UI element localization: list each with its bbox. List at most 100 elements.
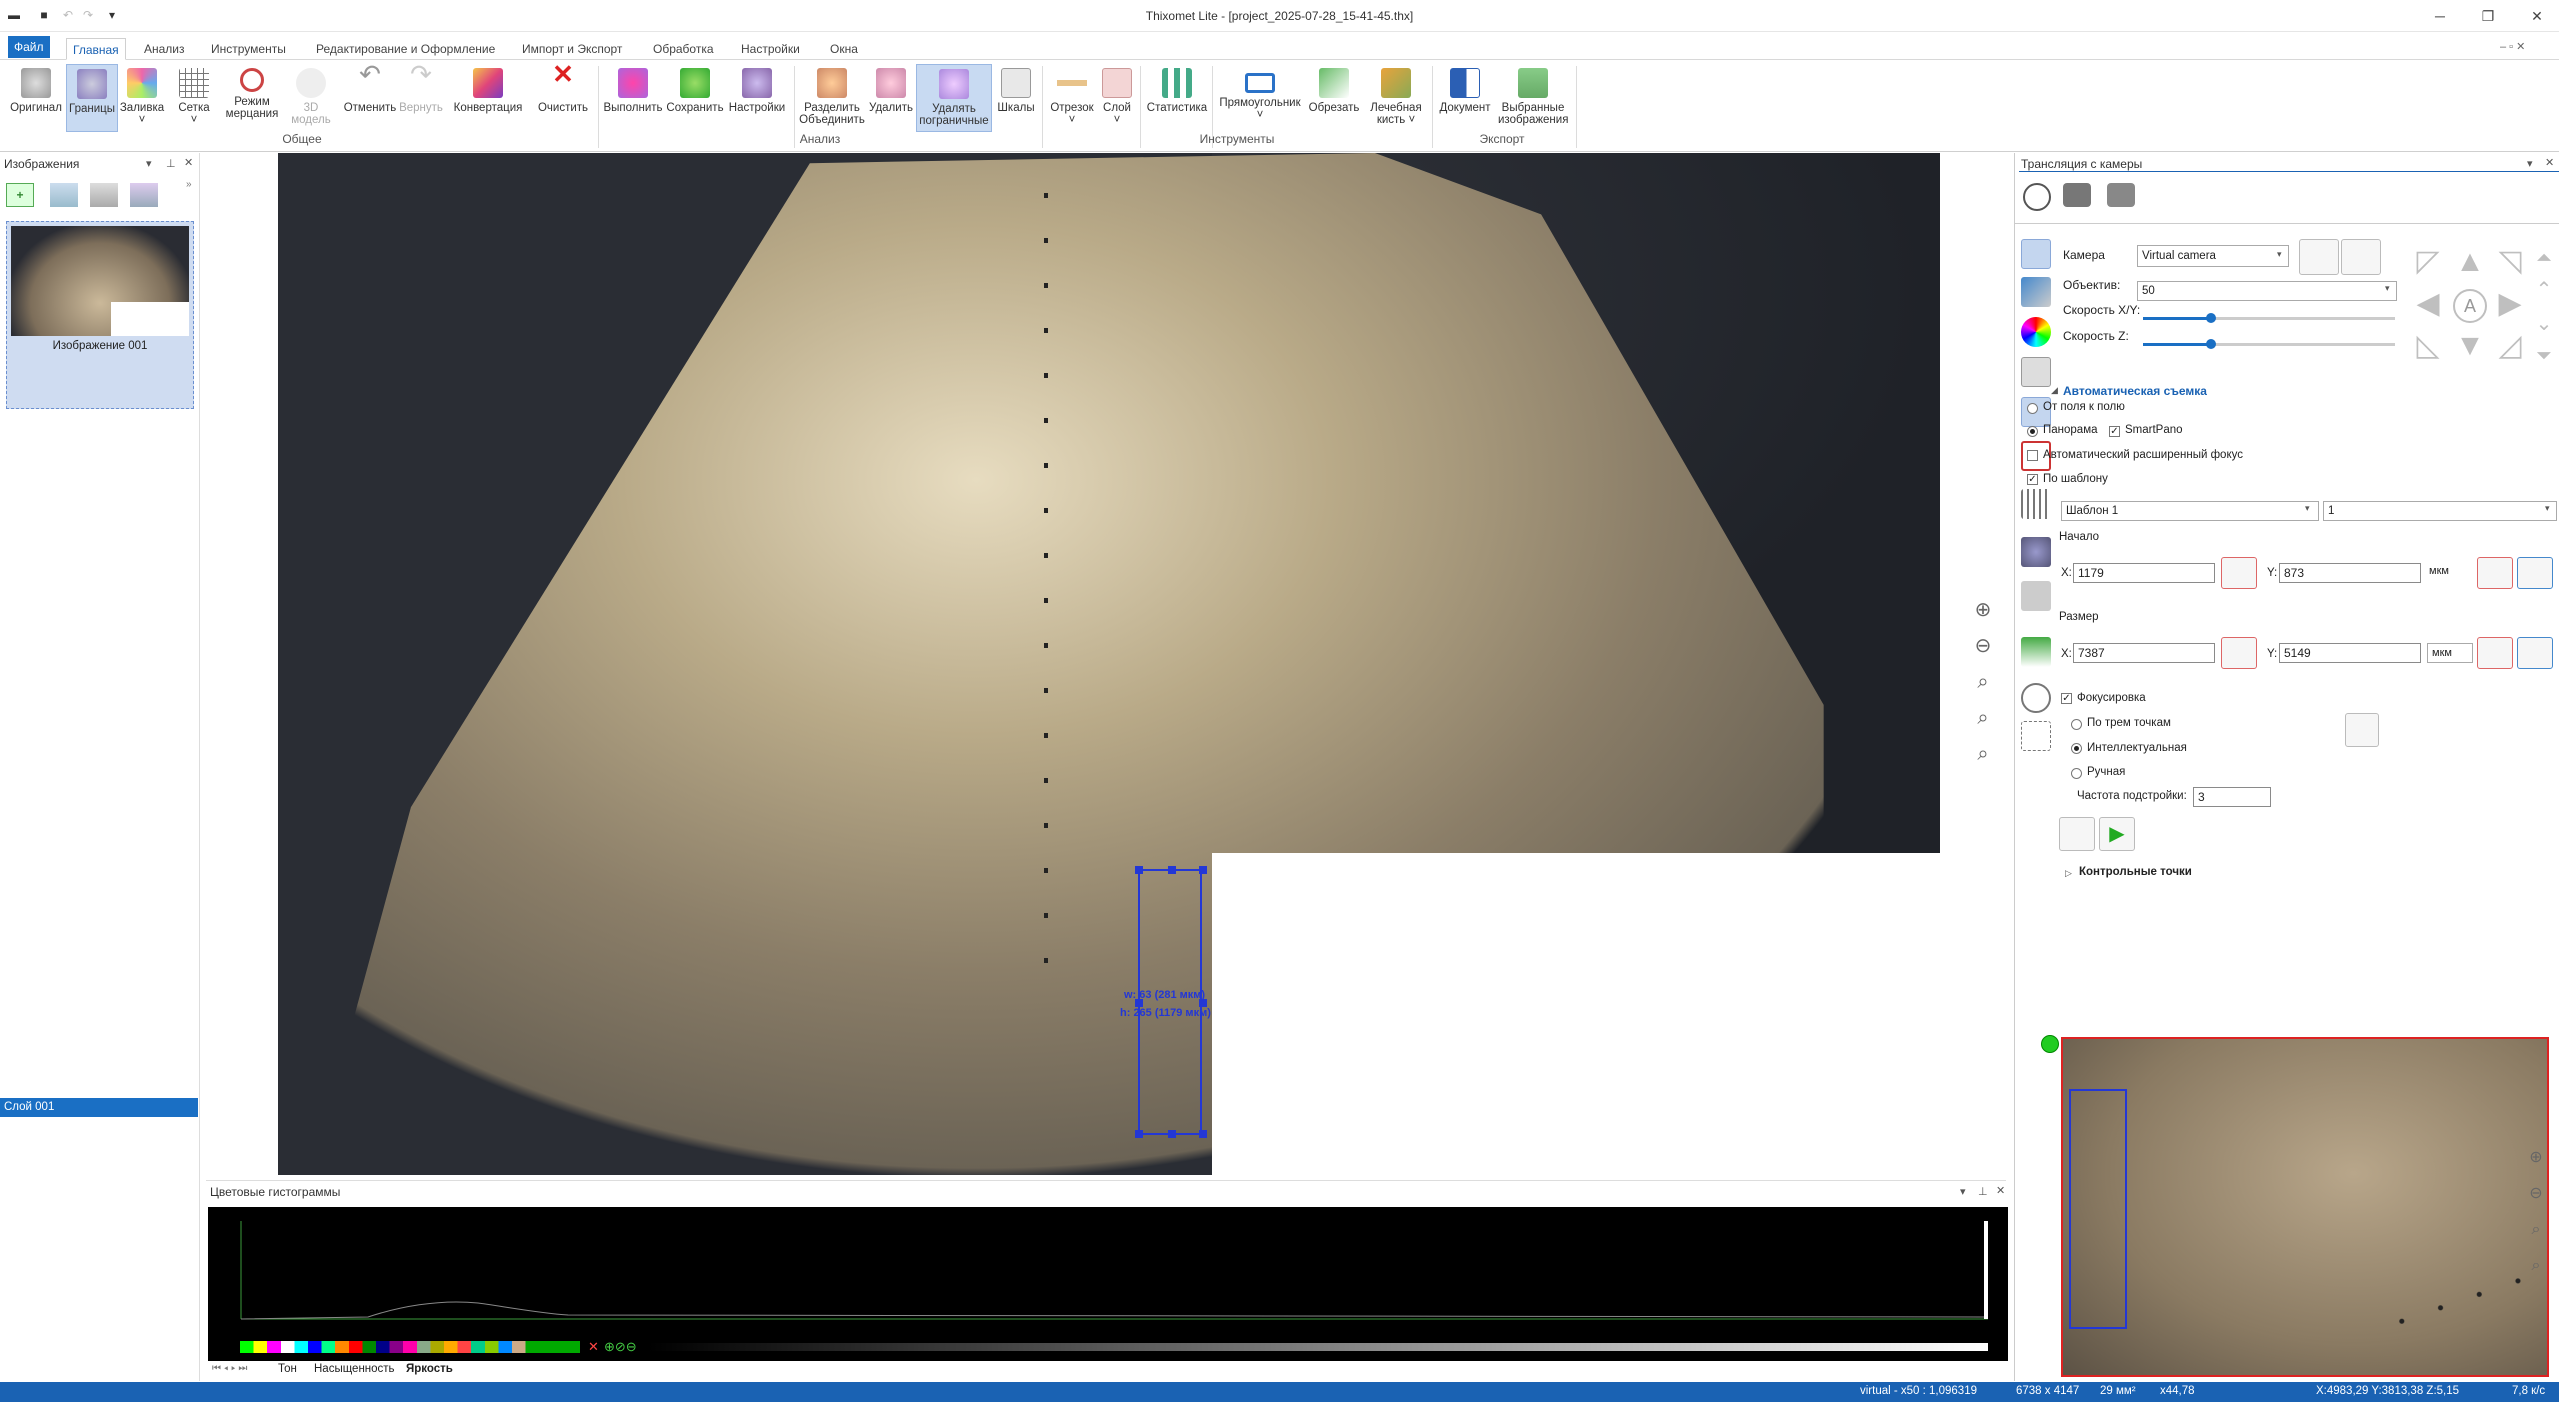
three-points-radio[interactable] [2071,719,2082,730]
move-up-icon[interactable]: ▲ [2453,247,2487,281]
by-template-checkbox[interactable]: ✓ [2027,474,2038,485]
start-pick-button[interactable] [2221,557,2257,589]
resize-handle[interactable] [1168,1130,1176,1138]
focus-checkbox[interactable]: ✓ [2061,693,2072,704]
size-goto-button[interactable] [2517,637,2553,669]
camera-select[interactable]: Virtual camera [2137,245,2289,267]
z-up-icon[interactable]: ⌃ [2527,275,2559,309]
auto-capture-header[interactable]: Автоматическая съемка [2063,384,2207,398]
panel-menu-icon[interactable]: ▾ [1960,1185,1966,1198]
intelligent-radio[interactable] [2071,743,2082,754]
resize-handle[interactable] [1168,866,1176,874]
tab-settings[interactable]: Настройки [735,38,806,60]
tab-processing[interactable]: Обработка [647,38,720,60]
analysis-settings-button[interactable]: Настройки [726,64,788,132]
camera-settings-button[interactable] [2299,239,2339,275]
layer-button[interactable]: Слой ˅ [1100,64,1134,132]
delete-button[interactable]: Удалить [866,64,916,132]
move-down-left-icon[interactable]: ◺ [2411,331,2445,365]
video-camera-icon[interactable] [2063,183,2091,207]
scales-button[interactable]: Шкалы [994,64,1038,132]
size-set-button[interactable] [2477,637,2513,669]
image-canvas[interactable]: w: 63 (281 мкм) h: 265 (1179 мкм) ⊕ ⊖ ⌕ … [206,153,2006,1178]
panel-close-icon[interactable]: ✕ [1996,1184,2005,1197]
speed-xy-slider[interactable] [2143,313,2395,323]
panel-menu-icon[interactable]: ▾ [146,157,152,170]
microscope-icon[interactable] [2107,183,2135,207]
convert-button[interactable]: Конвертация [452,64,524,132]
objective-select[interactable]: 50 [2137,281,2397,301]
healing-brush-button[interactable]: Лечебная кисть ˅ [1364,64,1428,132]
close-button[interactable]: ✕ [2522,4,2552,28]
pin-icon[interactable]: ⊥ [166,157,176,170]
start-capture-button[interactable]: ▶ [2099,817,2135,851]
calibration-icon[interactable] [2021,277,2051,307]
resize-handle[interactable] [1135,1130,1143,1138]
size-unit-select[interactable]: мкм [2427,643,2473,663]
zoom-custom-icon[interactable]: ⌕ [1970,741,1996,767]
path-settings-button[interactable] [2059,817,2095,851]
zoom-actual-icon[interactable]: ⌕ [1970,705,1996,731]
flicker-mode-button[interactable]: Режим мерцания [222,64,282,132]
resize-handle[interactable] [1199,1130,1207,1138]
focus-points-button[interactable] [2345,713,2379,747]
add-color-icon[interactable]: ⊕⊘⊖ [604,1339,637,1355]
template-select[interactable]: Шаблон 1 [2061,501,2319,521]
aperture-icon[interactable] [2023,183,2051,211]
map-zoom-out-icon[interactable]: ⊖ [2523,1181,2549,1207]
remove-image-icon[interactable] [90,183,118,207]
smartpano-checkbox[interactable]: ✓ [2109,426,2120,437]
export-image-icon[interactable] [130,183,158,207]
compare-icon[interactable] [2021,581,2051,611]
start-x-input[interactable] [2073,563,2215,583]
size-icon[interactable] [2021,637,2051,667]
undo-button[interactable]: ↶ Отменить [342,61,398,132]
collapse-icon[interactable]: ◢ [2051,385,2058,396]
layer-item[interactable]: Слой 001 [0,1098,198,1117]
save-analysis-button[interactable]: Сохранить [664,64,726,132]
original-button[interactable]: Оригинал [6,64,66,132]
clear-button[interactable]: ✕ Очистить [534,61,592,132]
segment-button[interactable]: Отрезок ˅ [1044,64,1100,132]
focus-area-icon[interactable] [2021,721,2051,751]
import-image-icon[interactable] [50,183,78,207]
focus-icon[interactable] [2021,683,2051,713]
field-to-field-radio[interactable] [2027,403,2038,414]
camera-mode-icon[interactable] [2021,239,2051,269]
move-down-right-icon[interactable]: ◿ [2493,331,2527,365]
expand-icon[interactable]: ▷ [2065,868,2072,879]
rectangle-button[interactable]: Прямоугольник ˅ [1216,64,1304,132]
borders-button[interactable]: Границы [66,64,118,132]
tab-home[interactable]: Главная [66,38,126,60]
start-set-button[interactable] [2477,557,2513,589]
resize-handle[interactable] [1199,866,1207,874]
start-goto-button[interactable] [2517,557,2553,589]
selected-images-button[interactable]: Выбранные изображения [1498,64,1568,132]
z-fast-up-icon[interactable]: ⏶ [2527,243,2559,277]
statistics-button[interactable]: Статистика [1146,64,1208,132]
layers-icon[interactable] [2021,537,2051,567]
start-y-input[interactable] [2279,563,2421,583]
hist-tab-hue[interactable]: Тон [278,1363,297,1375]
slider-knob[interactable] [2206,339,2217,349]
execute-button[interactable]: Выполнить [602,64,664,132]
mdi-controls[interactable]: ‒ ▫ ✕ [2500,40,2525,53]
3d-model-button[interactable]: 3D модель [284,64,338,132]
zoom-out-icon[interactable]: ⊖ [1970,633,1996,659]
overview-map[interactable] [2061,1037,2549,1377]
move-up-right-icon[interactable]: ◹ [2493,247,2527,281]
tab-windows[interactable]: Окна [824,38,864,60]
control-points-header[interactable]: Контрольные точки [2079,866,2192,878]
settings-grid-icon[interactable] [2021,357,2051,387]
remove-color-icon[interactable]: ✕ [588,1339,599,1355]
zoom-fit-icon[interactable]: ⌕ [1970,669,1996,695]
redo-button[interactable]: ↷ Вернуть [396,61,446,132]
grid-button[interactable]: Сетка ˅ [172,64,216,132]
manual-radio[interactable] [2071,768,2082,779]
add-image-icon[interactable]: + [6,183,34,207]
crop-button[interactable]: Обрезать [1306,64,1362,132]
frequency-input[interactable] [2193,787,2271,807]
auto-focus-checkbox[interactable] [2027,450,2038,461]
template-number-select[interactable]: 1 [2323,501,2557,521]
measurement-rectangle[interactable]: w: 63 (281 мкм) h: 265 (1179 мкм) [1120,866,1211,1138]
